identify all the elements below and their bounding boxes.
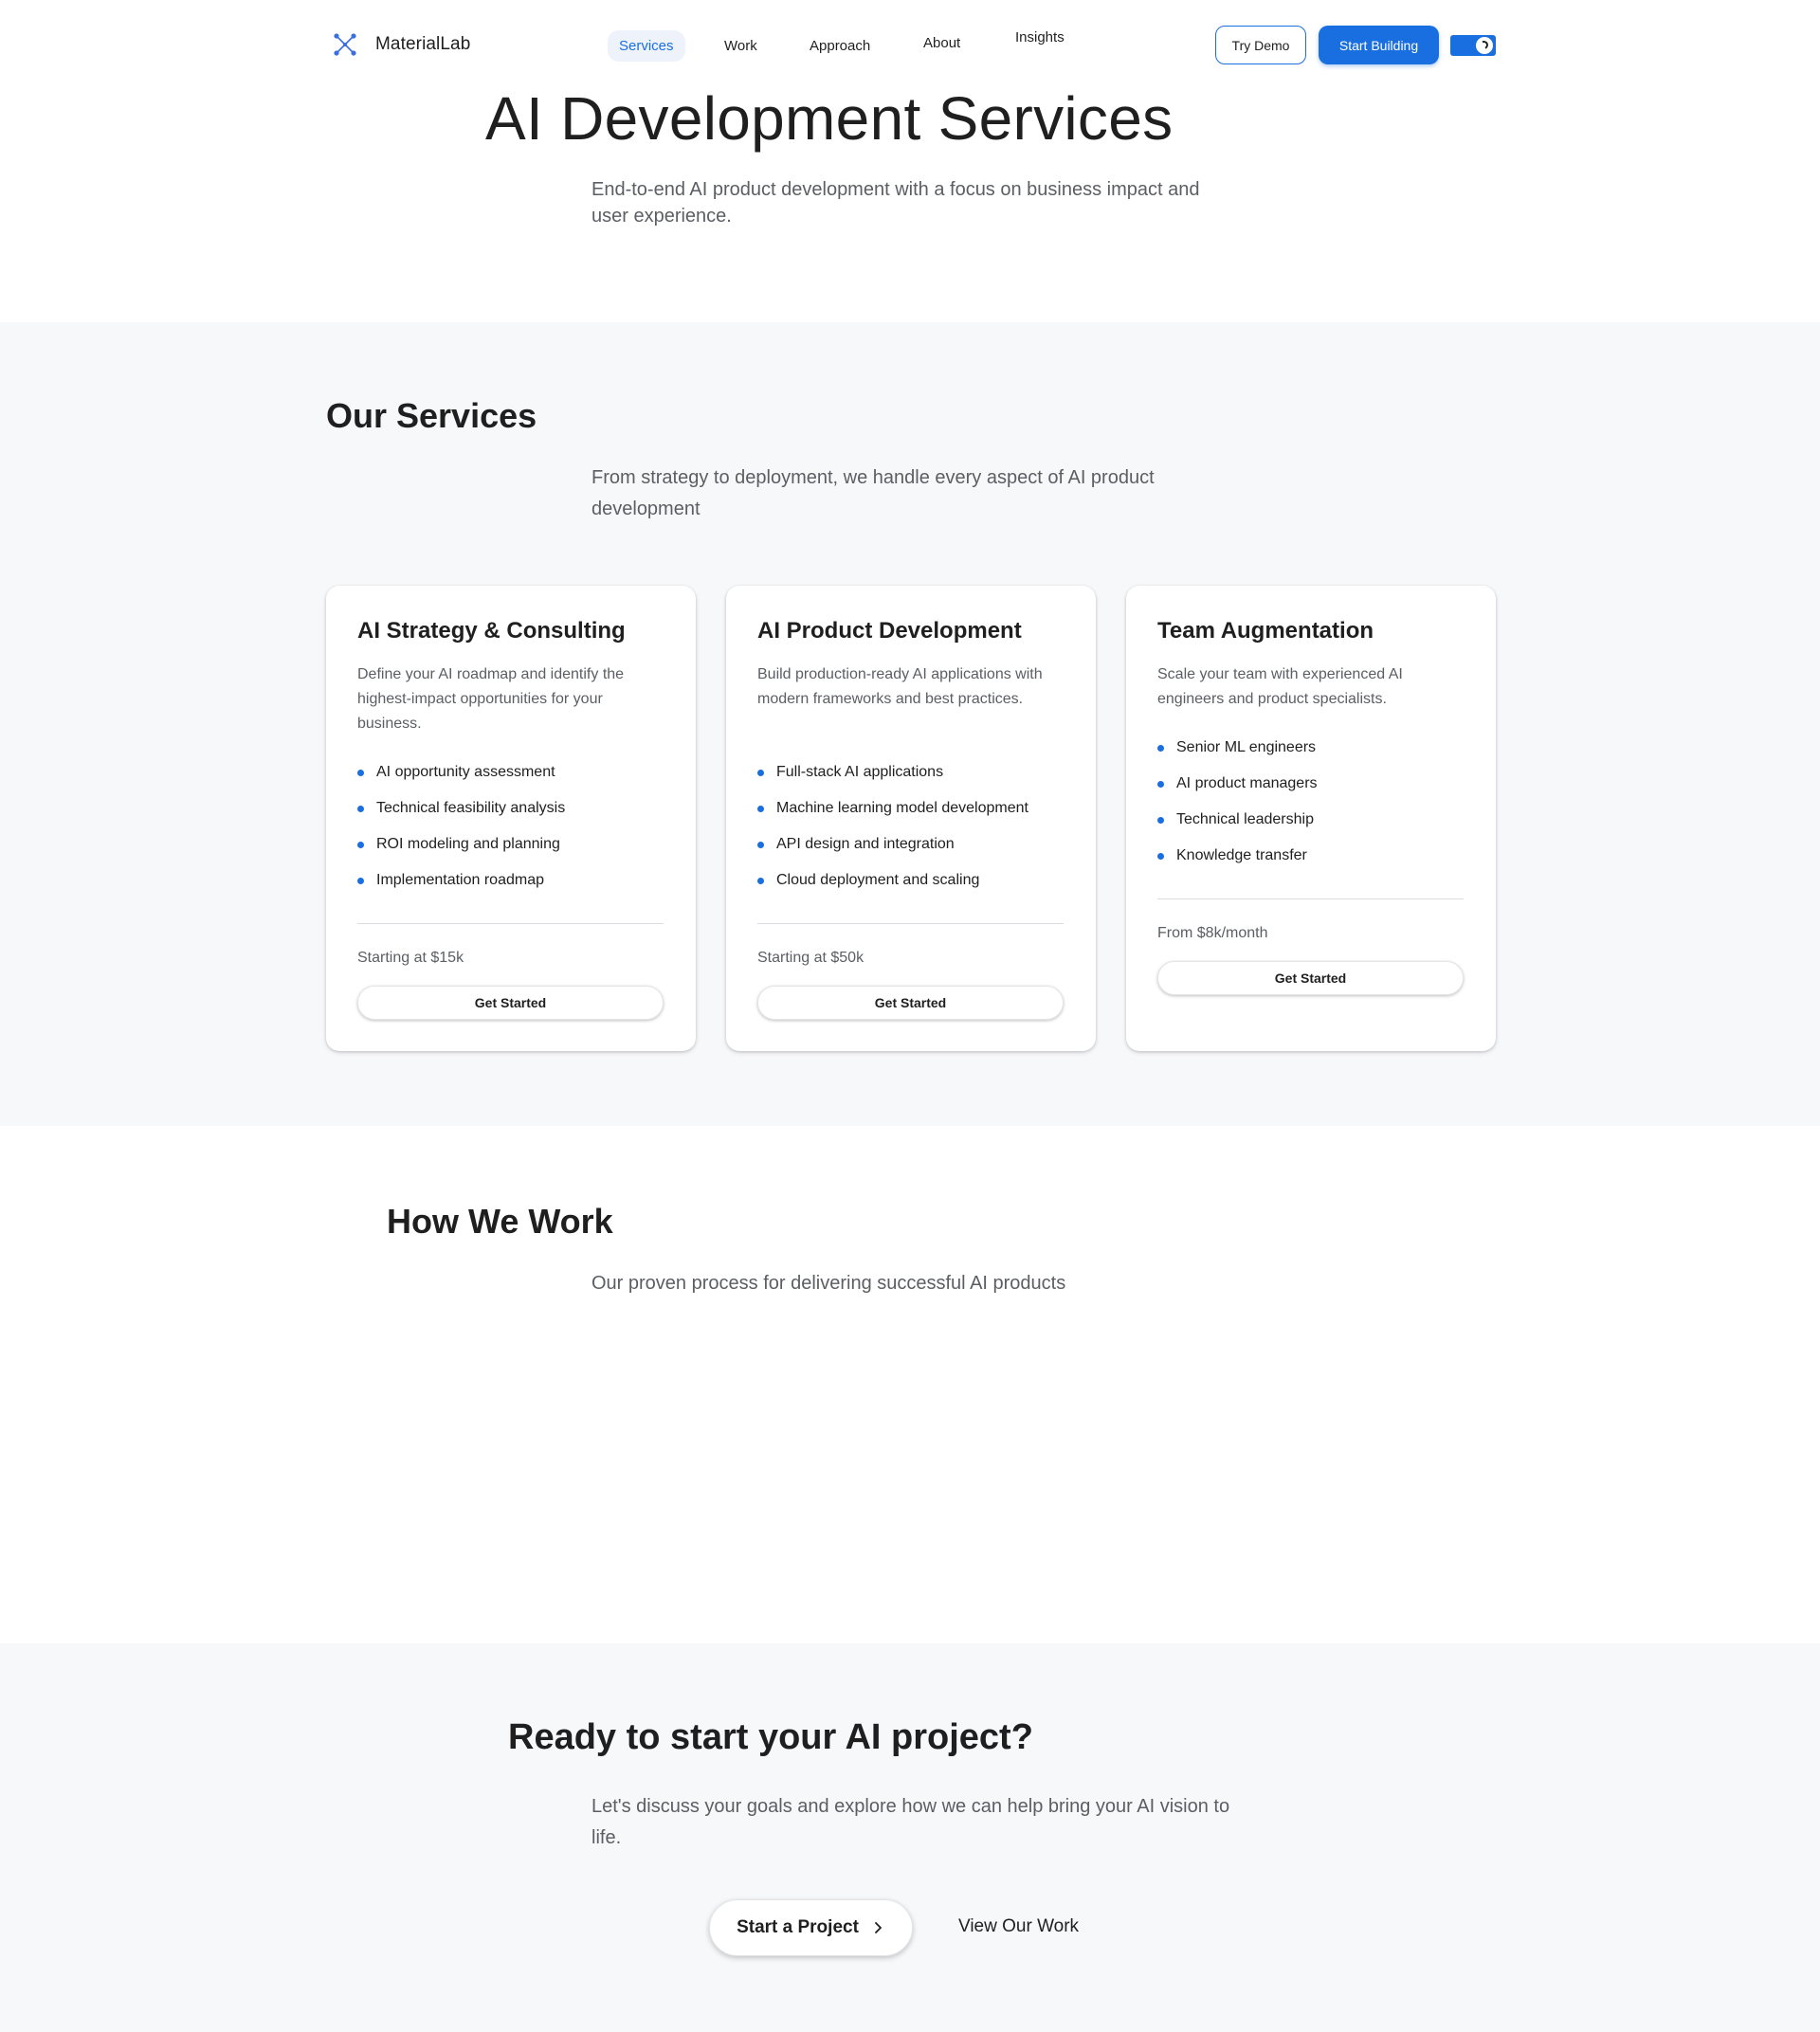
card-divider xyxy=(1157,898,1464,899)
nav-item-approach[interactable]: Approach xyxy=(810,38,870,54)
feature-item: AI product managers xyxy=(1157,773,1318,809)
service-card-product-development: AI Product Development Build production-… xyxy=(726,586,1096,1051)
start-project-button[interactable]: Start a Project xyxy=(709,1899,913,1956)
get-started-button[interactable]: Get Started xyxy=(757,986,1064,1020)
brand-name: MaterialLab xyxy=(375,34,471,54)
feature-item: Full-stack AI applications xyxy=(757,762,1028,798)
feature-list: Senior ML engineers AI product managers … xyxy=(1157,737,1318,881)
feature-item: Senior ML engineers xyxy=(1157,737,1318,773)
chevron-right-icon xyxy=(875,1922,882,1933)
feature-item: Technical leadership xyxy=(1157,809,1318,845)
card-divider xyxy=(757,923,1064,924)
process-section xyxy=(0,1126,1820,1643)
feature-item: AI opportunity assessment xyxy=(357,762,565,798)
brand-logo[interactable]: MaterialLab xyxy=(332,31,470,58)
card-description: Scale your team with experienced AI engi… xyxy=(1157,666,1403,707)
start-building-button[interactable]: Start Building xyxy=(1319,26,1439,64)
nav-item-insights[interactable]: Insights xyxy=(1015,29,1065,45)
card-title: AI Strategy & Consulting xyxy=(357,618,626,644)
service-card-strategy: AI Strategy & Consulting Define your AI … xyxy=(326,586,696,1051)
card-description: Build production-ready AI applications w… xyxy=(757,666,1043,707)
nav-item-services[interactable]: Services xyxy=(608,30,685,62)
get-started-button[interactable]: Get Started xyxy=(1157,961,1464,995)
site-header: MaterialLab Services Work Approach About… xyxy=(0,0,1820,91)
card-price: Starting at $15k xyxy=(357,950,464,966)
hero-subtitle: End-to-end AI product development with a… xyxy=(592,179,1200,227)
card-price: From $8k/month xyxy=(1157,925,1268,941)
feature-item: ROI modeling and planning xyxy=(357,834,565,870)
card-divider xyxy=(357,923,664,924)
card-title: AI Product Development xyxy=(757,618,1022,644)
service-card-team-augmentation: Team Augmentation Scale your team with e… xyxy=(1126,586,1496,1051)
card-description: Define your AI roadmap and identify the … xyxy=(357,666,625,732)
try-demo-button[interactable]: Try Demo xyxy=(1215,26,1306,64)
feature-item: Machine learning model development xyxy=(757,798,1028,834)
cta-title: Ready to start your AI project? xyxy=(508,1717,1033,1757)
start-project-label: Start a Project xyxy=(737,1917,859,1937)
services-subtitle: From strategy to deployment, we handle e… xyxy=(592,467,1155,519)
feature-list: Full-stack AI applications Machine learn… xyxy=(757,762,1028,906)
feature-item: Knowledge transfer xyxy=(1157,845,1318,881)
theme-toggle[interactable] xyxy=(1450,35,1496,56)
theme-toggle-icon xyxy=(1476,37,1493,54)
feature-item: API design and integration xyxy=(757,834,1028,870)
feature-item: Cloud deployment and scaling xyxy=(757,870,1028,906)
feature-item: Technical feasibility analysis xyxy=(357,798,565,834)
network-nodes-icon xyxy=(334,33,356,56)
process-title: How We Work xyxy=(387,1202,613,1241)
services-title: Our Services xyxy=(326,396,537,435)
nav-item-about[interactable]: About xyxy=(923,35,960,51)
view-work-link[interactable]: View Our Work xyxy=(958,1916,1079,1937)
cta-subtitle: Let's discuss your goals and explore how… xyxy=(592,1796,1230,1848)
nav-item-work[interactable]: Work xyxy=(724,38,757,54)
process-subtitle: Our proven process for delivering succes… xyxy=(592,1273,1066,1294)
feature-item: Implementation roadmap xyxy=(357,870,565,906)
hero-title: AI Development Services xyxy=(485,84,1174,153)
feature-list: AI opportunity assessment Technical feas… xyxy=(357,762,565,906)
card-price: Starting at $50k xyxy=(757,950,864,966)
card-title: Team Augmentation xyxy=(1157,618,1374,644)
get-started-button[interactable]: Get Started xyxy=(357,986,664,1020)
